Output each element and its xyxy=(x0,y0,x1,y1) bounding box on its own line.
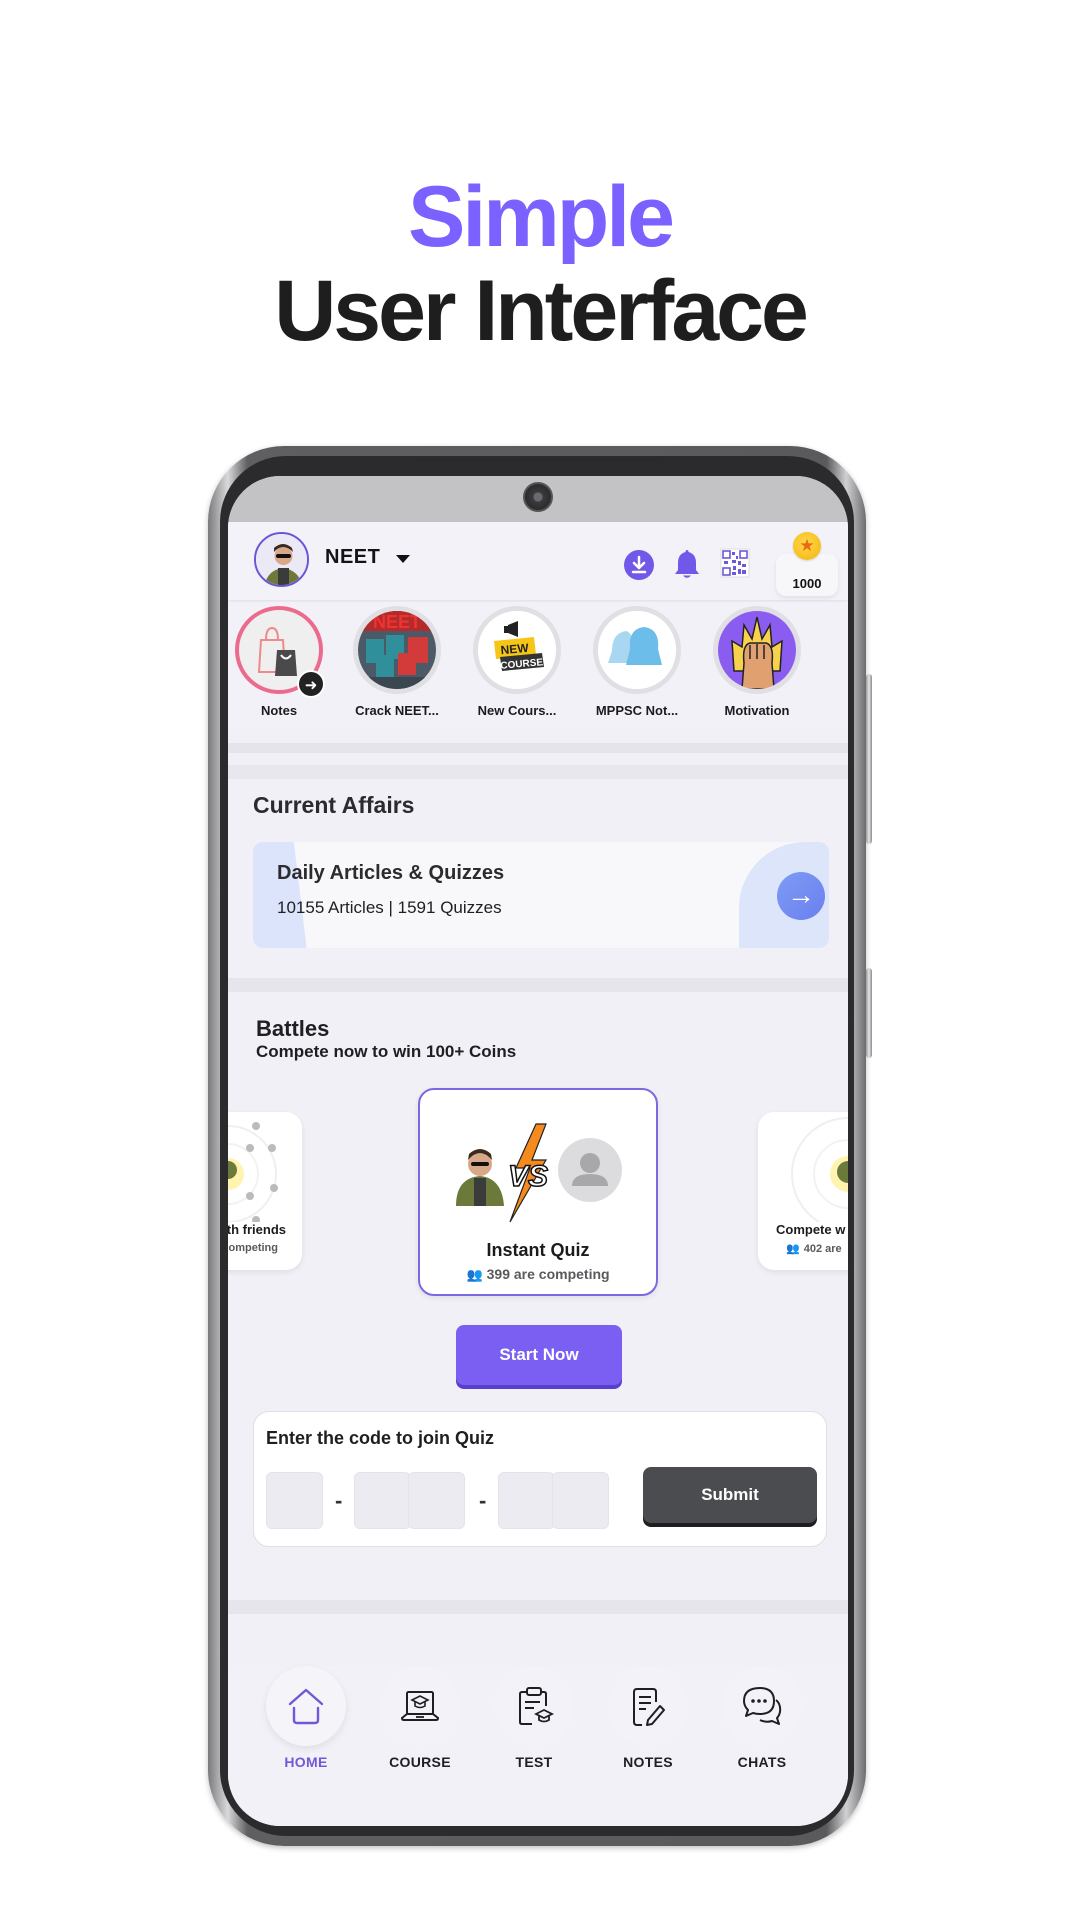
nav-label: HOME xyxy=(284,1754,328,1770)
phone-volume-button xyxy=(866,674,872,844)
story-label: MPPSC Not... xyxy=(595,703,679,718)
shopping-bag-icon: ➜ xyxy=(235,606,325,698)
phone-power-button xyxy=(866,968,872,1058)
section-divider xyxy=(228,978,848,992)
code-separator: - xyxy=(479,1488,487,1513)
phone-speaker xyxy=(413,458,661,463)
bell-icon[interactable] xyxy=(674,548,700,580)
story-label: Notes xyxy=(260,703,298,718)
nav-label: CHATS xyxy=(737,1754,787,1770)
laptop-graduation-icon xyxy=(380,1666,460,1746)
new-course-megaphone-icon: NEW COURSE xyxy=(473,606,561,694)
card-decoration xyxy=(253,842,390,948)
battle-card-title: Compete w xyxy=(776,1222,846,1237)
battle-card-sub: competing xyxy=(228,1242,278,1254)
code-input-4[interactable] xyxy=(498,1472,555,1529)
hero-title-user-interface: User Interface xyxy=(274,263,809,359)
compete-rings-icon xyxy=(791,1117,848,1222)
coin-star-icon: ★ xyxy=(793,532,821,560)
notes-pen-icon xyxy=(608,1666,688,1746)
battle-card-compete[interactable]: Compete w 👥 402 are xyxy=(758,1112,848,1270)
nav-home[interactable]: HOME xyxy=(256,1666,356,1770)
nav-course[interactable]: COURSE xyxy=(370,1666,470,1770)
qr-code-icon[interactable] xyxy=(720,548,750,578)
battle-card-title: Instant Quiz xyxy=(486,1240,590,1260)
battles-title: Battles xyxy=(256,1016,330,1041)
code-input-5[interactable] xyxy=(552,1472,609,1529)
join-quiz-label: Enter the code to join Quiz xyxy=(266,1428,495,1448)
stories-row: ➜ Notes NEET Crack NEET... NEW COURSE Ne… xyxy=(228,602,848,728)
app-header: NEET ★ 1000 xyxy=(228,522,848,600)
bells-icon xyxy=(593,606,681,694)
story-new-course[interactable]: NEW COURSE New Cours... xyxy=(462,606,572,718)
nav-label: TEST xyxy=(515,1754,553,1770)
chat-bubbles-icon xyxy=(722,1666,802,1746)
nav-notes[interactable]: NOTES xyxy=(598,1666,698,1770)
battle-card-friends[interactable]: with friends competing xyxy=(228,1112,302,1270)
status-bar xyxy=(228,476,848,522)
section-divider xyxy=(228,765,848,779)
coin-count: 1000 xyxy=(792,576,822,591)
competing-count: 399 are competing xyxy=(486,1266,610,1282)
battle-card-sub: 👥 399 are competing xyxy=(420,1266,656,1283)
svg-text:NEET: NEET xyxy=(373,612,421,632)
download-icon[interactable] xyxy=(624,550,654,580)
fist-icon xyxy=(713,606,801,694)
hero-title-simple: Simple xyxy=(408,169,675,265)
code-separator: - xyxy=(335,1488,343,1513)
people-icon: 👥 xyxy=(466,1267,483,1282)
arrow-right-icon: ➜ xyxy=(297,670,325,698)
opponent-placeholder-icon xyxy=(558,1138,622,1202)
story-mppsc-notes[interactable]: MPPSC Not... xyxy=(582,606,692,718)
section-divider xyxy=(228,1600,848,1614)
people-icon: 👥 xyxy=(786,1243,800,1255)
story-motivation[interactable]: Motivation xyxy=(702,606,812,718)
story-label: Crack NEET... xyxy=(355,703,439,718)
avatar[interactable] xyxy=(254,532,309,587)
daily-articles-card[interactable]: Daily Articles & Quizzes 10155 Articles … xyxy=(253,842,829,948)
front-camera xyxy=(523,482,553,512)
card-subtitle: 10155 Articles | 1591 Quizzes xyxy=(277,898,502,917)
nav-label: COURSE xyxy=(389,1754,451,1770)
battles-subtitle: Compete now to win 100+ Coins xyxy=(256,1042,517,1061)
story-label: Motivation xyxy=(724,703,790,718)
user-avatar-icon xyxy=(256,534,307,585)
section-divider xyxy=(228,743,848,753)
battle-card-instant-quiz[interactable]: VS Instant Quiz 👥 399 are competing xyxy=(418,1088,658,1296)
battle-card-sub: 👥 402 are xyxy=(758,1242,848,1255)
friends-network-icon xyxy=(228,1122,278,1222)
story-crack-neet[interactable]: NEET Crack NEET... xyxy=(342,606,452,718)
card-title: Daily Articles & Quizzes xyxy=(277,862,505,884)
competing-count: 402 are xyxy=(803,1243,842,1255)
start-now-button[interactable]: Start Now xyxy=(456,1325,622,1385)
clipboard-test-icon xyxy=(494,1666,574,1746)
app-screen: NEET ★ 1000 ➜ Notes NEET Crack NEET... N… xyxy=(228,476,848,1826)
caret-down-icon[interactable] xyxy=(396,555,410,563)
arrow-right-icon[interactable]: → xyxy=(777,872,825,920)
join-quiz-box: Enter the code to join Quiz - - Submit xyxy=(253,1411,827,1547)
submit-button[interactable]: Submit xyxy=(643,1467,817,1523)
code-input-1[interactable] xyxy=(266,1472,323,1529)
exam-selector[interactable]: NEET xyxy=(325,546,380,569)
nav-label: NOTES xyxy=(623,1754,673,1770)
home-icon xyxy=(266,1666,346,1746)
current-affairs-title: Current Affairs xyxy=(253,792,415,818)
code-input-2[interactable] xyxy=(354,1472,411,1529)
vs-label: VS xyxy=(508,1160,548,1193)
nav-chats[interactable]: CHATS xyxy=(712,1666,812,1770)
nav-test[interactable]: TEST xyxy=(484,1666,584,1770)
battle-card-title: with friends xyxy=(228,1222,286,1237)
code-input-3[interactable] xyxy=(408,1472,465,1529)
bottom-navigation: HOME COURSE TEST NOTES CHATS xyxy=(228,1666,848,1826)
neet-course-thumbnail: NEET xyxy=(353,606,441,694)
story-notes[interactable]: ➜ Notes xyxy=(228,606,334,718)
story-label: New Cours... xyxy=(477,703,557,718)
